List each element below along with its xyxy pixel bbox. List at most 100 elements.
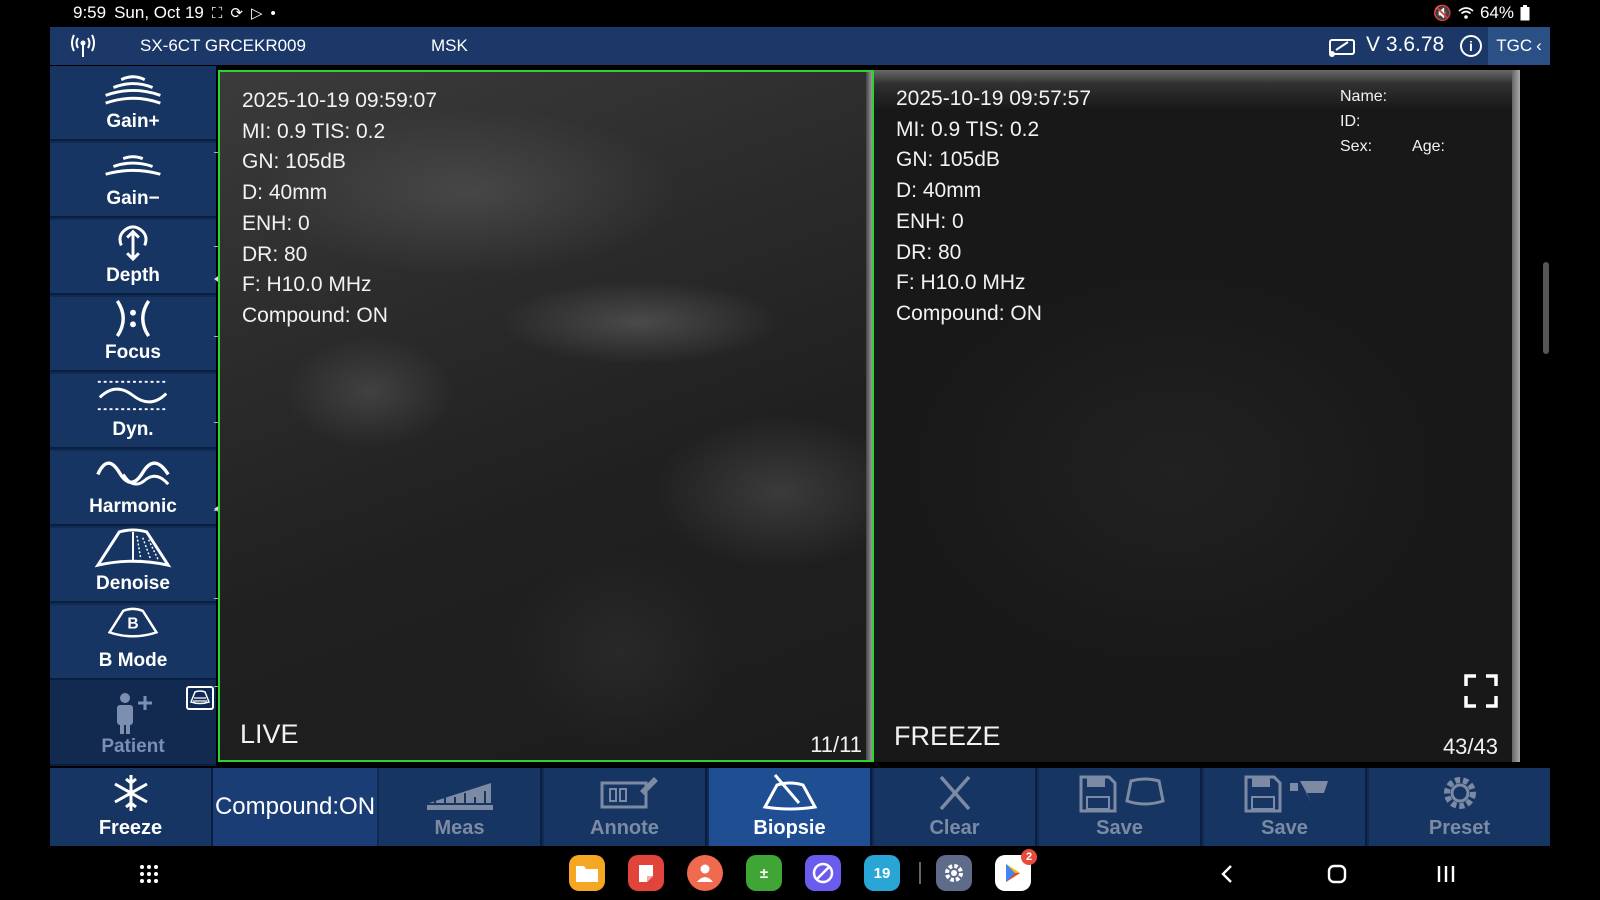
save-image-label: Save bbox=[1096, 817, 1143, 839]
freeze-timestamp: 2025-10-19 09:57:57 bbox=[896, 87, 1091, 110]
freeze-enh: ENH: 0 bbox=[896, 209, 964, 233]
harmonic-button[interactable]: Harmonic bbox=[50, 451, 216, 526]
freeze-frequency: F: H10.0 MHz bbox=[896, 271, 1026, 295]
biopsy-icon bbox=[762, 774, 817, 811]
compound-toggle-button[interactable]: Compound:ON bbox=[213, 768, 377, 846]
dynamic-range-label: Dyn. bbox=[112, 419, 154, 440]
back-icon[interactable] bbox=[1220, 864, 1234, 884]
gain-up-icon bbox=[105, 75, 161, 105]
preset-button[interactable]: Preset bbox=[1369, 768, 1550, 846]
notes-app-icon[interactable] bbox=[628, 855, 664, 891]
probe-status-icon bbox=[1329, 39, 1355, 57]
denoise-button[interactable]: Denoise bbox=[50, 528, 216, 603]
probe-view-toggle[interactable] bbox=[186, 686, 214, 710]
depth-button[interactable]: Depth bbox=[50, 220, 216, 295]
focus-label: Focus bbox=[105, 342, 161, 363]
calculator-app-icon[interactable]: ± bbox=[746, 855, 782, 891]
freeze-image-pane[interactable]: 2025-10-19 09:57:57 MI: 0.9 TIS: 0.2 GN:… bbox=[874, 70, 1520, 762]
live-image-pane[interactable]: 2025-10-19 09:59:07 MI: 0.9 TIS: 0.2 GN:… bbox=[218, 70, 874, 762]
b-mode-button[interactable]: B B Mode bbox=[50, 605, 216, 680]
status-bar: 9:59 Sun, Oct 19 ⛶ ⟳ ▷ • 🔇 64% bbox=[0, 0, 1600, 26]
live-mi-tis: MI: 0.9 TIS: 0.2 bbox=[242, 119, 386, 143]
live-readout: 2025-10-19 09:59:07 MI: 0.9 TIS: 0.2 GN:… bbox=[242, 86, 437, 332]
browser-icon bbox=[812, 862, 834, 884]
live-compound: Compound: ON bbox=[242, 303, 388, 327]
left-toolbar: Gain+ Gain− Depth Focus Dyn. Harmonic De… bbox=[50, 66, 216, 766]
live-gain: GN: 105dB bbox=[242, 150, 346, 174]
dot-icon: • bbox=[270, 4, 276, 22]
calendar-app-icon[interactable]: 19 bbox=[864, 855, 900, 891]
clear-button[interactable]: Clear bbox=[874, 768, 1037, 846]
battery-percent: 64% bbox=[1479, 3, 1514, 22]
app-drawer-icon[interactable] bbox=[139, 864, 159, 884]
freeze-label: Freeze bbox=[98, 817, 163, 839]
settings-app-icon[interactable] bbox=[936, 855, 972, 891]
play-icon: ▷ bbox=[250, 5, 263, 22]
patient-id-label: ID: bbox=[1340, 113, 1361, 130]
freeze-frame-count: 43/43 bbox=[1442, 734, 1498, 759]
live-timestamp: 2025-10-19 09:59:07 bbox=[242, 89, 437, 112]
save-video-button[interactable]: Save bbox=[1204, 768, 1367, 846]
gain-up-label: Gain+ bbox=[106, 111, 160, 132]
clear-icon bbox=[939, 775, 970, 811]
measure-button[interactable]: Meas bbox=[379, 768, 542, 846]
patient-sex-label: Sex: bbox=[1340, 138, 1373, 155]
calculator-icon: ± bbox=[759, 864, 769, 882]
freeze-compound: Compound: ON bbox=[896, 301, 1042, 325]
app-header: SX-6CT GRCEKR009 MSK V 3.6.78 i TGC ‹ bbox=[50, 27, 1550, 65]
freeze-tag: FREEZE bbox=[894, 721, 1001, 751]
focus-button[interactable]: Focus bbox=[50, 297, 216, 372]
dynamic-range-icon bbox=[97, 380, 169, 411]
patient-label: Patient bbox=[101, 736, 165, 757]
internet-app-icon[interactable] bbox=[805, 855, 841, 891]
recents-icon[interactable] bbox=[1436, 864, 1456, 884]
calendar-icon: 19 bbox=[873, 864, 891, 882]
focus-icon bbox=[115, 299, 151, 338]
patient-info: Name: ID: Sex: Age: bbox=[1340, 84, 1445, 159]
preset-label: Preset bbox=[1428, 817, 1491, 839]
status-date: Sun, Oct 19 bbox=[114, 3, 204, 22]
save-image-button[interactable]: Save bbox=[1039, 768, 1202, 846]
freeze-dr: DR: 80 bbox=[896, 240, 962, 264]
system-navigation-bar bbox=[0, 848, 1600, 900]
battery-icon bbox=[1520, 5, 1530, 21]
my-files-app-icon[interactable] bbox=[569, 855, 605, 891]
ruler-icon bbox=[426, 783, 493, 810]
freeze-button[interactable]: Freeze bbox=[50, 768, 213, 846]
edge-panel-handle[interactable] bbox=[1543, 262, 1549, 354]
home-icon[interactable] bbox=[1327, 864, 1347, 884]
software-version: V 3.6.78 bbox=[1366, 33, 1445, 56]
settings-gear-icon bbox=[945, 864, 963, 882]
sync-icon: ⟳ bbox=[230, 5, 243, 22]
gain-down-button[interactable]: Gain− bbox=[50, 143, 216, 218]
tgc-button[interactable]: TGC ‹ bbox=[1488, 27, 1550, 65]
depth-label: Depth bbox=[106, 265, 160, 286]
measure-label: Meas bbox=[434, 817, 485, 839]
denoise-icon bbox=[94, 528, 172, 568]
live-enh: ENH: 0 bbox=[242, 211, 310, 235]
freeze-mi-tis: MI: 0.9 TIS: 0.2 bbox=[896, 117, 1040, 141]
gear-icon bbox=[1443, 777, 1476, 809]
depth-icon bbox=[118, 225, 148, 262]
notification-badge: 2 bbox=[1021, 849, 1037, 865]
live-tag: LIVE bbox=[240, 719, 299, 749]
info-icon[interactable]: i bbox=[1460, 35, 1482, 57]
patient-age-label: Age: bbox=[1412, 138, 1445, 155]
exam-preset-label[interactable]: MSK bbox=[431, 36, 468, 56]
live-frame-count: 11/11 bbox=[810, 732, 862, 757]
gain-up-button[interactable]: Gain+ bbox=[50, 66, 216, 141]
fullscreen-icon[interactable] bbox=[1464, 674, 1498, 708]
annotate-button[interactable]: Annote bbox=[544, 768, 707, 846]
b-mode-icon: B bbox=[107, 607, 159, 638]
play-store-icon bbox=[1006, 864, 1020, 882]
contacts-app-icon[interactable] bbox=[687, 855, 723, 891]
denoise-label: Denoise bbox=[96, 573, 170, 594]
freeze-gain: GN: 105dB bbox=[896, 148, 1000, 172]
chevron-left-icon: ‹ bbox=[1536, 36, 1542, 55]
biopsy-button[interactable]: Biopsie bbox=[709, 768, 872, 846]
harmonic-icon bbox=[96, 461, 170, 486]
freeze-readout: 2025-10-19 09:57:57 MI: 0.9 TIS: 0.2 GN:… bbox=[896, 84, 1091, 330]
wireless-probe-icon[interactable] bbox=[70, 33, 96, 59]
dynamic-range-button[interactable]: Dyn. bbox=[50, 374, 216, 449]
play-store-app-icon[interactable]: 2 bbox=[995, 849, 1037, 891]
